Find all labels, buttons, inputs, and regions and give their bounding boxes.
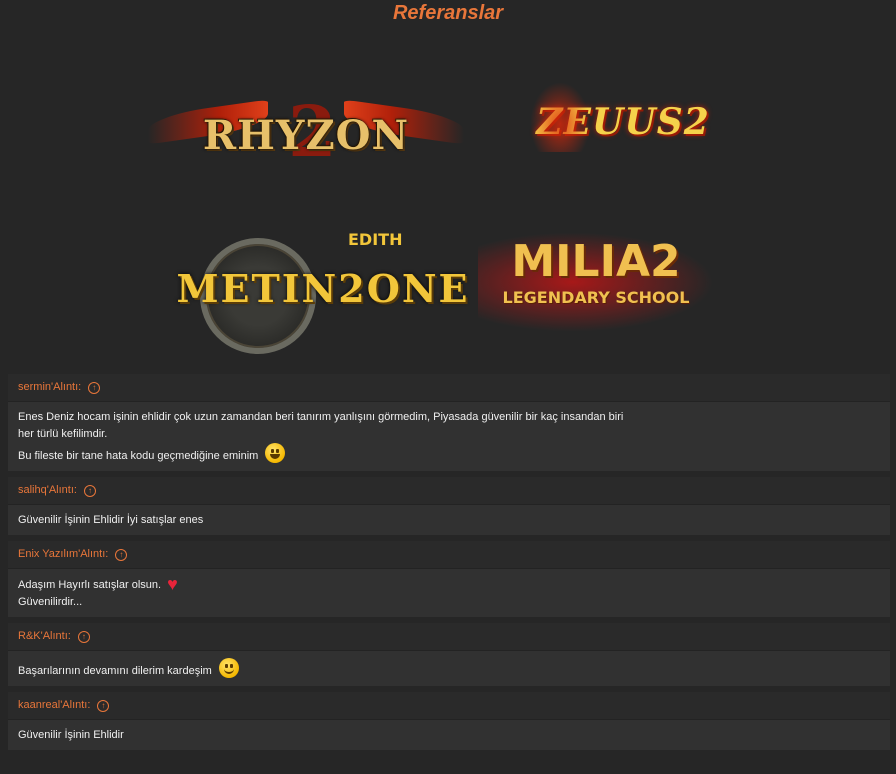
- milia-logo-subtitle: LEGENDARY SCHOOL: [502, 288, 690, 307]
- quote-author: Enix Yazılım'Alıntı:: [18, 548, 109, 560]
- quote-header: salihq'Alıntı: ↑: [8, 477, 890, 505]
- quote-block: kaanreal'Alıntı: ↑ Güvenilir İşinin Ehli…: [8, 692, 890, 750]
- quote-line: her türlü kefilimdir.: [18, 428, 108, 440]
- quote-line-with-emoji: Bu fileste bir tane hata kodu geçmediğin…: [18, 443, 880, 465]
- quote-author: kaanreal'Alıntı:: [18, 699, 91, 711]
- heart-emoji-icon: ♥: [167, 574, 178, 594]
- quote-author: R&K'Alıntı:: [18, 630, 71, 642]
- milia-logo[interactable]: MILIA2 LEGENDARY SCHOOL: [478, 222, 714, 342]
- quote-line: Güvenilir İşinin Ehlidir İyi satışlar en…: [18, 514, 204, 526]
- metinzone-small-text: EDITH: [348, 230, 403, 249]
- quote-line: Bu fileste bir tane hata kodu geçmediğin…: [18, 450, 259, 462]
- go-to-post-icon[interactable]: ↑: [115, 548, 128, 561]
- quote-line: Adaşım Hayırlı satışlar olsun.: [18, 579, 162, 591]
- page-title: Referanslar: [392, 2, 504, 24]
- smile-emoji-icon: [218, 658, 239, 678]
- go-to-post-icon[interactable]: ↑: [83, 484, 96, 497]
- quote-header: kaanreal'Alıntı: ↑: [8, 692, 890, 720]
- quote-author: salihq'Alıntı:: [18, 484, 77, 496]
- quote-body: Başarılarının devamını dilerim kardeşim: [8, 651, 890, 686]
- quotes-list: sermin'Alıntı: ↑ Enes Deniz hocam işinin…: [8, 374, 890, 756]
- quote-block: R&K'Alıntı: ↑ Başarılarının devamını dil…: [8, 623, 890, 686]
- go-to-post-icon[interactable]: ↑: [97, 699, 110, 712]
- quote-line: Güvenilirdir...: [18, 596, 83, 608]
- metinzone-logo-text: METIN2ONE: [176, 265, 470, 311]
- quote-author: sermin'Alıntı:: [18, 381, 82, 393]
- quote-header: sermin'Alıntı: ↑: [8, 374, 890, 402]
- rhyzon-logo[interactable]: 2 RHYZON: [148, 80, 464, 190]
- milia-logo-text: MILIA2: [511, 236, 681, 287]
- go-to-post-icon[interactable]: ↑: [77, 630, 90, 643]
- quote-line: Başarılarının devamını dilerim kardeşim: [18, 665, 212, 677]
- quote-line-with-emoji: Başarılarının devamını dilerim kardeşim: [18, 658, 880, 680]
- quote-block: sermin'Alıntı: ↑ Enes Deniz hocam işinin…: [8, 374, 890, 471]
- quote-header: Enix Yazılım'Alıntı: ↑: [8, 541, 890, 569]
- quote-block: salihq'Alıntı: ↑ Güvenilir İşinin Ehlidi…: [8, 477, 890, 535]
- rhyzon-logo-text: RHYZON: [202, 111, 410, 159]
- grin-emoji-icon: [265, 443, 286, 463]
- flame-decoration: [530, 82, 590, 152]
- quote-body: Enes Deniz hocam işinin ehlidir çok uzun…: [8, 402, 890, 471]
- quote-header: R&K'Alıntı: ↑: [8, 623, 890, 651]
- quote-line: Enes Deniz hocam işinin ehlidir çok uzun…: [18, 411, 624, 423]
- reference-logos: 2 RHYZON ZEUUS2 EDITH METIN2ONE MILIA2 L…: [0, 70, 896, 360]
- quote-body: Güvenilir İşinin Ehlidir İyi satışlar en…: [8, 505, 890, 535]
- go-to-post-icon[interactable]: ↑: [88, 381, 101, 394]
- quote-body: Güvenilir İşinin Ehlidir: [8, 720, 890, 750]
- quote-body: Adaşım Hayırlı satışlar olsun. ♥ Güvenil…: [8, 569, 890, 617]
- quote-line-with-emoji: Adaşım Hayırlı satışlar olsun. ♥: [18, 574, 880, 594]
- quote-block: Enix Yazılım'Alıntı: ↑ Adaşım Hayırlı sa…: [8, 541, 890, 617]
- metinzone-logo[interactable]: EDITH METIN2ONE: [176, 230, 468, 354]
- quote-line: Güvenilir İşinin Ehlidir: [18, 729, 124, 741]
- zeuus-logo[interactable]: ZEUUS2: [530, 82, 716, 162]
